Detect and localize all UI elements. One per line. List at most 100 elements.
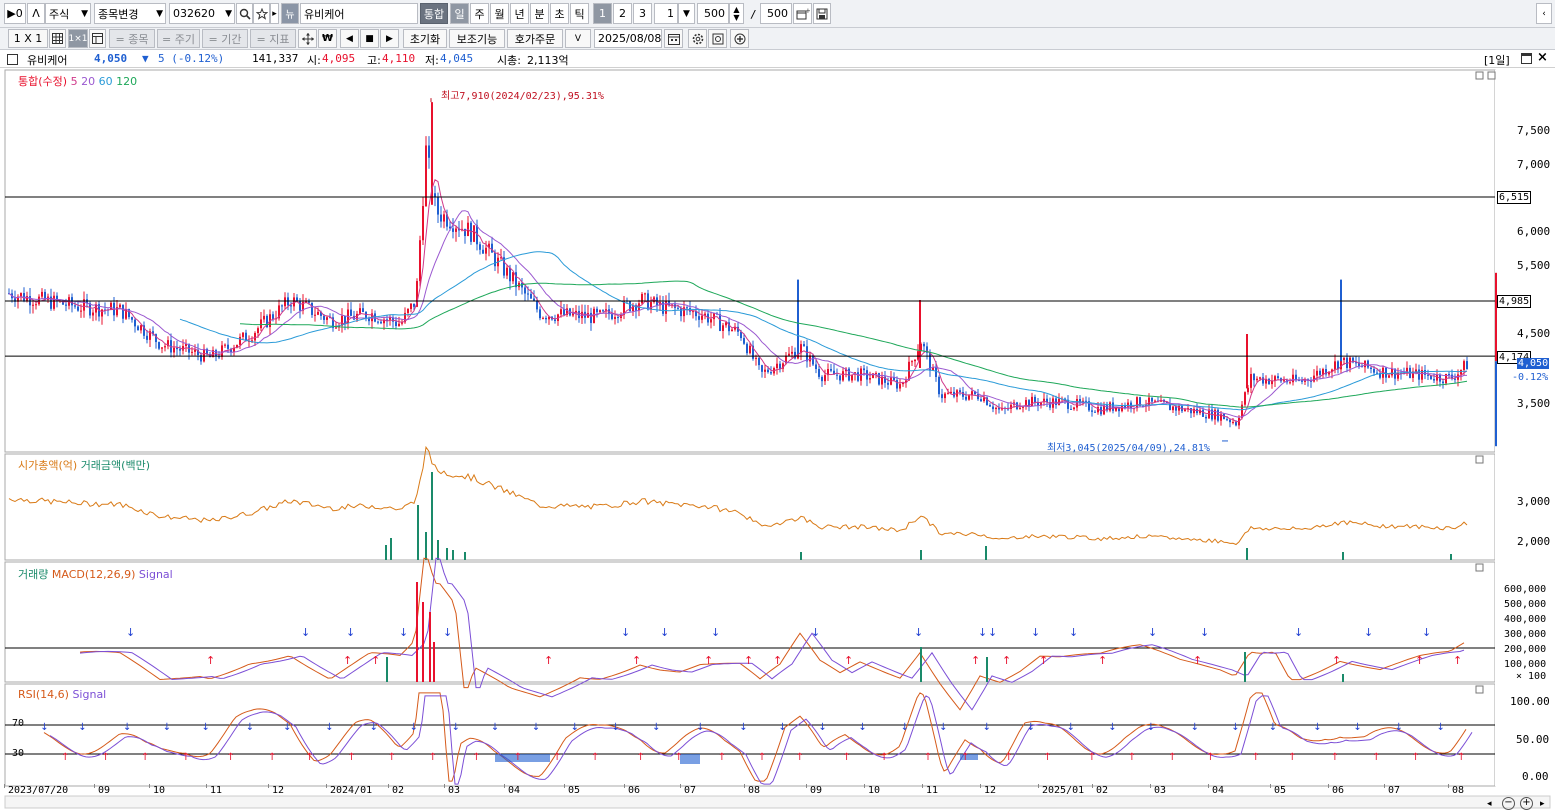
rsi-oversold-fill [495, 754, 550, 762]
total-count-field[interactable]: 500 [760, 3, 792, 24]
star-icon[interactable] [253, 3, 270, 24]
period-minute-button[interactable]: 분 [530, 3, 549, 24]
candle-body [821, 376, 823, 382]
candle-body [1151, 397, 1153, 402]
x-tick-mark [444, 784, 445, 788]
sync-range-button[interactable]: = 기간 [202, 29, 248, 48]
chevron-down-icon: ▼ [156, 8, 163, 19]
up-arrow-button[interactable]: ᐱ [27, 3, 45, 24]
move-cross-icon[interactable] [298, 29, 317, 48]
x-tick-label: 07 [684, 785, 697, 796]
scroll-right-icon[interactable]: ▸ [1540, 799, 1545, 809]
zoom-out-icon[interactable]: − [1502, 797, 1515, 810]
rsi-signal-arrow-1: ↑ [61, 752, 69, 763]
panel-toggle-button[interactable]: ▶0 [4, 3, 26, 24]
interval-input[interactable]: 1 [654, 3, 678, 24]
chevron-right-icon[interactable]: ▸ [270, 3, 279, 24]
layout-1x1-button[interactable]: 1 X 1 [8, 29, 48, 48]
table-icon[interactable] [89, 29, 106, 48]
preset-3-button[interactable]: 3 [633, 3, 652, 24]
rsi-signal-arrow-65: ↑ [1372, 752, 1380, 763]
combined-chart-button[interactable]: 통합 [420, 3, 448, 24]
search-icon[interactable] [236, 3, 253, 24]
window-plus-icon[interactable]: + [793, 3, 812, 24]
rsi-signal-arrow-49: ↑ [1043, 752, 1051, 763]
zoom-in-icon[interactable]: + [1520, 797, 1533, 810]
candle-body [896, 380, 898, 389]
period-week-button[interactable]: 주 [470, 3, 489, 24]
count-stepper[interactable]: ▲ ▼ [729, 3, 744, 24]
line-tag-4985[interactable]: 4,985 [1497, 295, 1532, 308]
macd-signal-arrow-10: ↓ [978, 626, 987, 639]
period-tick-button[interactable]: 틱 [570, 3, 589, 24]
sync-stock-button[interactable]: = 종목 [109, 29, 155, 48]
reset-button[interactable]: 초기화 [403, 29, 447, 48]
order-book-button[interactable]: 호가주문 [507, 29, 563, 48]
candle-body [1094, 411, 1096, 413]
sync-period-button[interactable]: = 주기 [157, 29, 200, 48]
stop-icon[interactable]: ■ [360, 29, 379, 48]
candle-body [428, 145, 430, 158]
zoom-fit-icon[interactable] [708, 29, 727, 48]
candle-body [1424, 370, 1426, 375]
line-tag-6515[interactable]: 6,515 [1497, 191, 1532, 204]
rsi-signal-arrow-0: ↓ [40, 722, 48, 733]
date-field[interactable]: 2025/08/08 [594, 29, 662, 48]
y-tick-3500: 3,500 [1517, 397, 1551, 410]
preset-2-button[interactable]: 2 [613, 3, 632, 24]
rsi-signal-arrow-68: ↓ [1437, 722, 1445, 733]
maximize-icon[interactable] [1521, 53, 1532, 64]
stock-name-field[interactable]: 유비케어 [300, 3, 418, 24]
candle-body [1427, 374, 1429, 376]
stock-change-select[interactable]: 종목변경 ▼ [94, 3, 166, 24]
save-icon[interactable] [813, 3, 831, 24]
stock-code-input[interactable]: 032620 ▼ [169, 3, 235, 24]
chevron-down-icon[interactable]: ᐯ [565, 29, 591, 48]
period-year-button[interactable]: 년 [510, 3, 529, 24]
calendar-icon[interactable] [664, 29, 683, 48]
low-label: 저: [425, 54, 439, 67]
x-tick-mark [1328, 784, 1329, 788]
preset-1-button[interactable]: 1 [593, 3, 612, 24]
play-back-icon[interactable]: ◀ [340, 29, 359, 48]
collapse-right-icon[interactable]: ‹ [1536, 3, 1552, 24]
add-indicator-icon[interactable] [730, 29, 749, 48]
close-icon[interactable]: × [1537, 50, 1548, 65]
candle-body [959, 390, 961, 392]
candle-body [842, 371, 844, 381]
candle-body [422, 206, 424, 241]
trade-bar-12 [1246, 548, 1248, 560]
checkbox-icon[interactable] [7, 54, 18, 65]
candle-body [938, 377, 940, 395]
grid-icon[interactable] [49, 29, 66, 48]
candle-body [158, 342, 160, 349]
sync-indicator-button[interactable]: = 지표 [250, 29, 296, 48]
macd-signal-arrow-9: ↓ [914, 626, 923, 639]
play-forward-icon[interactable]: ▶ [380, 29, 399, 48]
period-day-button[interactable]: 일 [450, 3, 469, 24]
gear-icon[interactable] [688, 29, 707, 48]
macd-signal-arrow-15: ↓ [1200, 626, 1209, 639]
aux-functions-button[interactable]: 보조기능 [449, 29, 505, 48]
cap-tick-2000: 2,000 [1517, 535, 1551, 548]
scroll-left-icon[interactable]: ◂ [1487, 799, 1492, 809]
chart-area[interactable]: ↓ ↓ ↓ ↓ ↓ ↓ ↓ ↓ ↓ ↓ ↓ ↓ ↓ ↓ ↓ ↓ ↓ ↓ ↓ ↑ ↑ ↑ ↑ ↑ ↑ ↑ ↑ ↑ ↑ ↑ ↑ ↑ ↑ ↑ ↑ ↑ ↓ ↑ ↓… [0, 68, 1555, 810]
trade-bar-6 [446, 548, 448, 560]
candle-body [281, 305, 283, 307]
market-select[interactable]: 주식 ▼ [45, 3, 91, 24]
rsi-signal-arrow-26: ↓ [571, 722, 579, 733]
candle-body [677, 307, 679, 309]
chevron-down-icon[interactable]: ▼ [678, 3, 695, 24]
rsi-signal-arrow-36: ↓ [778, 722, 786, 733]
period-second-button[interactable]: 초 [550, 3, 569, 24]
rsi-signal-arrow-24: ↓ [532, 722, 540, 733]
candle-body [137, 326, 139, 331]
candle-body [869, 378, 871, 380]
wave-icon[interactable]: ₩ [318, 29, 337, 48]
period-month-button[interactable]: 월 [490, 3, 509, 24]
layout-single-button[interactable]: 1×1 [68, 29, 88, 48]
x-tick-mark [922, 784, 923, 788]
count-input[interactable]: 500 [697, 3, 729, 24]
rsi-signal-arrow-53: ↑ [1128, 752, 1136, 763]
macd-signal-arrow-11: ↓ [988, 626, 997, 639]
